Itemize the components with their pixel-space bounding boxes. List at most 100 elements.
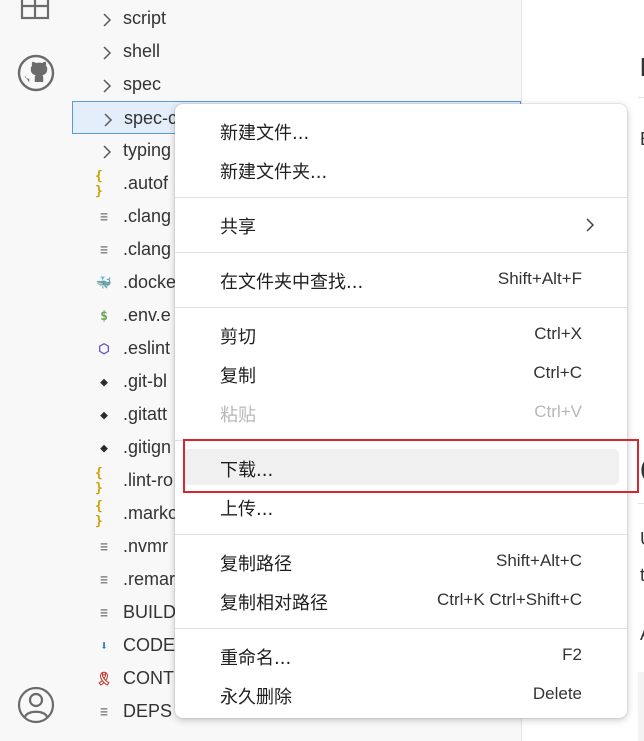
menu-item[interactable]: 复制相对路径 Ctrl+K Ctrl+Shift+C [183, 582, 619, 618]
text-lines-icon: ≡ [100, 704, 108, 720]
tree-item-label: DEPS [123, 701, 173, 721]
tree-item-label: .marko [123, 503, 179, 523]
folder-item[interactable]: shell [72, 35, 521, 68]
tree-item-label: shell [123, 41, 161, 61]
editor-text: E [640, 129, 644, 150]
tree-item-label: .clang [123, 239, 172, 259]
menu-item: 粘贴 Ctrl+V [183, 394, 619, 430]
editor-divider [638, 503, 644, 504]
menu-item-label: 复制相对路径 [220, 593, 328, 614]
chevron-right-icon[interactable] [100, 45, 114, 60]
ribbon-icon: 🎗 [95, 671, 113, 687]
text-lines-icon: ≡ [100, 572, 108, 588]
chevron-right-icon[interactable] [100, 78, 114, 93]
tree-item-label: .nvmr [123, 536, 168, 556]
tree-item-label: .remar [123, 569, 176, 589]
tree-item-label: spec-c [124, 108, 178, 128]
editor-text: U [640, 529, 644, 550]
git-diamond-icon: ◆ [100, 374, 108, 390]
chevron-right-icon[interactable] [100, 12, 114, 27]
text-lines-icon: ≡ [100, 242, 108, 258]
activity-bar [0, 0, 73, 741]
menu-item-label: 共享 [220, 217, 256, 238]
editor-divider [638, 97, 644, 98]
menu-separator [175, 628, 627, 629]
dollar-icon: $ [100, 308, 108, 324]
menu-separator [175, 534, 627, 535]
folder-item[interactable]: spec [72, 68, 521, 101]
tree-item-label: CODE [123, 635, 176, 655]
tree-item-label: .git-bl [123, 371, 168, 391]
git-diamond-icon: ◆ [100, 407, 108, 423]
menu-item-shortcut: F2 [562, 645, 582, 664]
menu-item-label: 复制 [220, 366, 256, 387]
submenu-chevron-icon [583, 217, 597, 232]
arrow-down-icon: ⬇ [100, 638, 108, 654]
menu-item[interactable]: 新建文件夹... [183, 151, 619, 187]
menu-item-shortcut: Ctrl+C [533, 363, 582, 382]
menu-item-label: 新建文件... [220, 123, 310, 144]
editor-text: I [640, 52, 644, 82]
menu-separator [175, 252, 627, 253]
tree-item-label: .lint-ro [123, 470, 174, 490]
git-diamond-icon: ◆ [100, 440, 108, 456]
tree-item-label: script [123, 8, 167, 28]
menu-item[interactable]: 复制路径 Shift+Alt+C [183, 543, 619, 579]
tree-item-label: .gitatt [123, 404, 168, 424]
json-braces-icon: { } [95, 466, 103, 496]
tree-item-label: .docke [123, 272, 177, 292]
eslint-hex-icon: ⬡ [98, 341, 110, 357]
tree-item-label: CONT [123, 668, 174, 688]
editor-text: C [640, 452, 644, 491]
text-lines-icon: ≡ [100, 605, 108, 621]
highlight-annotation [183, 439, 639, 493]
account-icon[interactable] [16, 685, 56, 725]
menu-item[interactable]: 共享 [183, 206, 619, 242]
menu-item-label: 复制路径 [220, 554, 292, 575]
code-block [638, 672, 644, 741]
editor-text: A [640, 624, 644, 645]
menu-item-shortcut: Shift+Alt+C [496, 551, 582, 570]
tree-item-label: .env.e [123, 305, 171, 325]
menu-item-shortcut: Shift+Alt+F [497, 269, 582, 288]
menu-item[interactable]: 在文件夹中查找... Shift+Alt+F [183, 261, 619, 297]
menu-item[interactable]: 新建文件... [183, 112, 619, 148]
menu-item[interactable]: 永久删除 Delete [183, 676, 619, 712]
chevron-right-icon[interactable] [100, 144, 114, 159]
menu-item-shortcut: Ctrl+K Ctrl+Shift+C [436, 590, 582, 609]
tree-item-label: .eslint [123, 338, 171, 358]
text-lines-icon: ≡ [100, 209, 108, 225]
menu-separator [175, 307, 627, 308]
menu-item-shortcut: Ctrl+X [534, 324, 582, 343]
tree-item-label: typing [123, 140, 172, 160]
menu-item[interactable]: 上传... [183, 488, 619, 524]
tree-item-label: .clang [123, 206, 172, 226]
menu-item[interactable]: 剪切 Ctrl+X [183, 316, 619, 352]
menu-item-label: 永久删除 [220, 687, 292, 708]
menu-item-label: 新建文件夹... [220, 162, 328, 183]
menu-item[interactable]: 复制 Ctrl+C [183, 355, 619, 391]
menu-item[interactable]: 重命名... F2 [183, 637, 619, 673]
extensions-icon[interactable] [16, 0, 56, 26]
menu-item-shortcut: Ctrl+V [534, 402, 582, 421]
menu-item-label: 上传... [220, 499, 274, 520]
docker-whale-icon: 🐳 [95, 275, 113, 291]
editor-text: t [640, 565, 644, 585]
menu-item-label: 剪切 [220, 327, 256, 348]
menu-item-shortcut: Delete [532, 684, 582, 703]
tree-item-label: BUILD [123, 602, 177, 622]
menu-item-label: 粘贴 [220, 405, 256, 426]
json-braces-icon: { } [95, 499, 103, 529]
tree-item-label: .autof [123, 173, 169, 193]
menu-item-label: 重命名... [220, 648, 292, 669]
text-lines-icon: ≡ [100, 539, 108, 555]
context-menu: 新建文件... 新建文件夹... 共享在文件夹中查找... Shift+Alt+F 剪切… [175, 104, 627, 718]
menu-separator [175, 197, 627, 198]
menu-item-label: 在文件夹中查找... [220, 272, 364, 293]
folder-item[interactable]: script [72, 2, 521, 35]
tree-item-label: spec [123, 74, 162, 94]
json-braces-icon: { } [95, 169, 103, 199]
github-icon[interactable] [16, 53, 56, 93]
chevron-right-icon[interactable] [101, 112, 115, 127]
tree-item-label: .gitign [123, 437, 172, 457]
